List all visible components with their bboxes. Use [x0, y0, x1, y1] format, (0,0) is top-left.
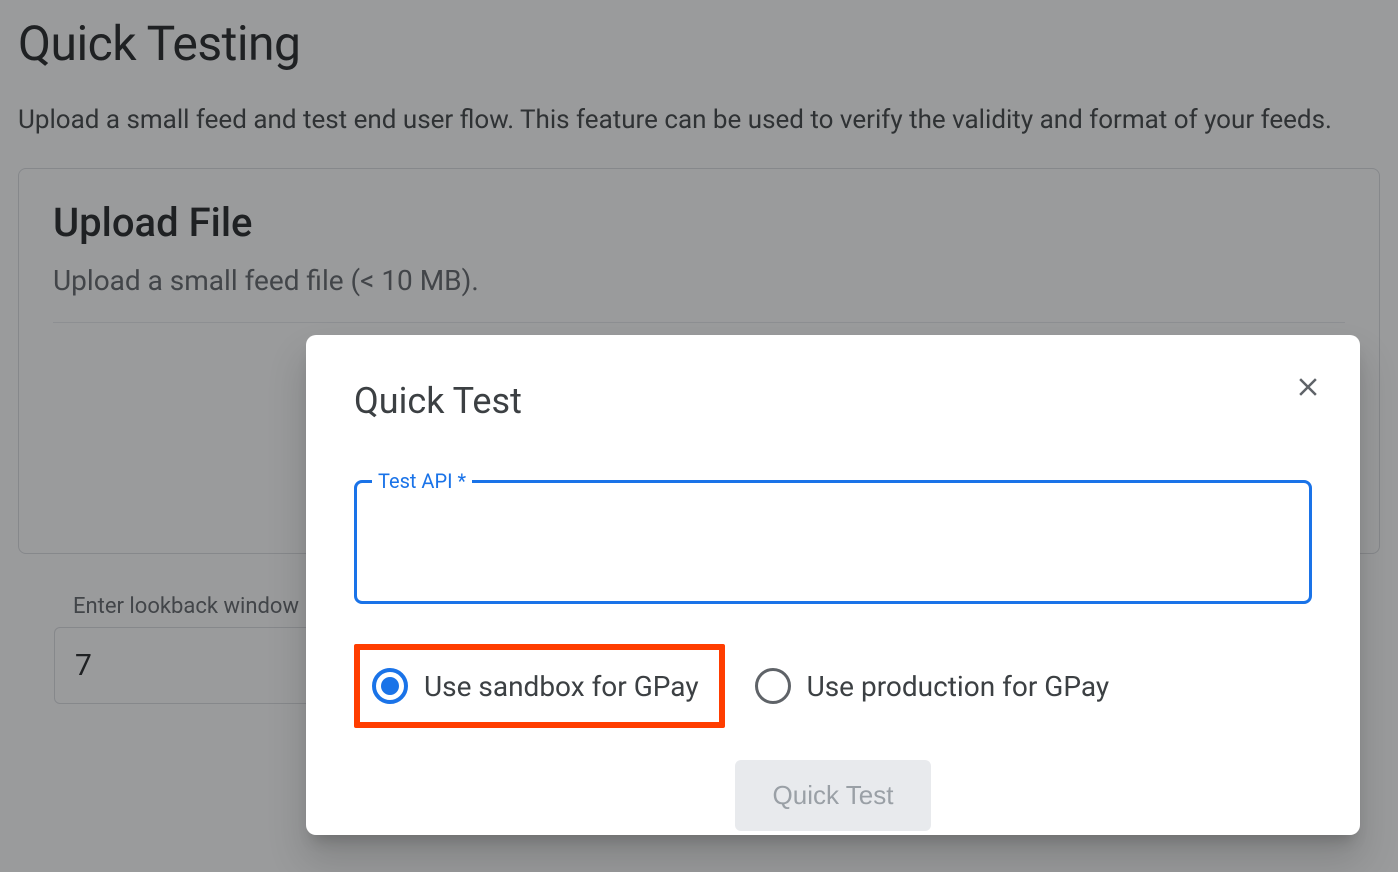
radio-unselected-icon [755, 668, 791, 704]
quick-test-dialog: Quick Test Test API * Use sandbox for GP… [306, 335, 1360, 835]
dialog-footer: Quick Test [354, 760, 1312, 831]
test-api-field-wrap: Test API * [354, 480, 1312, 604]
close-button[interactable] [1286, 365, 1330, 409]
test-api-input[interactable] [354, 480, 1312, 604]
radio-production-option[interactable]: Use production for GPay [743, 660, 1122, 712]
radio-selected-icon [372, 668, 408, 704]
quick-test-button[interactable]: Quick Test [735, 760, 932, 831]
gpay-radio-group: Use sandbox for GPay Use production for … [354, 644, 1312, 728]
radio-production-label: Use production for GPay [807, 670, 1110, 703]
close-icon [1293, 372, 1323, 402]
radio-sandbox-option[interactable]: Use sandbox for GPay [354, 644, 725, 728]
dialog-title: Quick Test [354, 380, 1312, 422]
test-api-label: Test API * [372, 469, 472, 493]
radio-sandbox-label: Use sandbox for GPay [424, 670, 699, 703]
